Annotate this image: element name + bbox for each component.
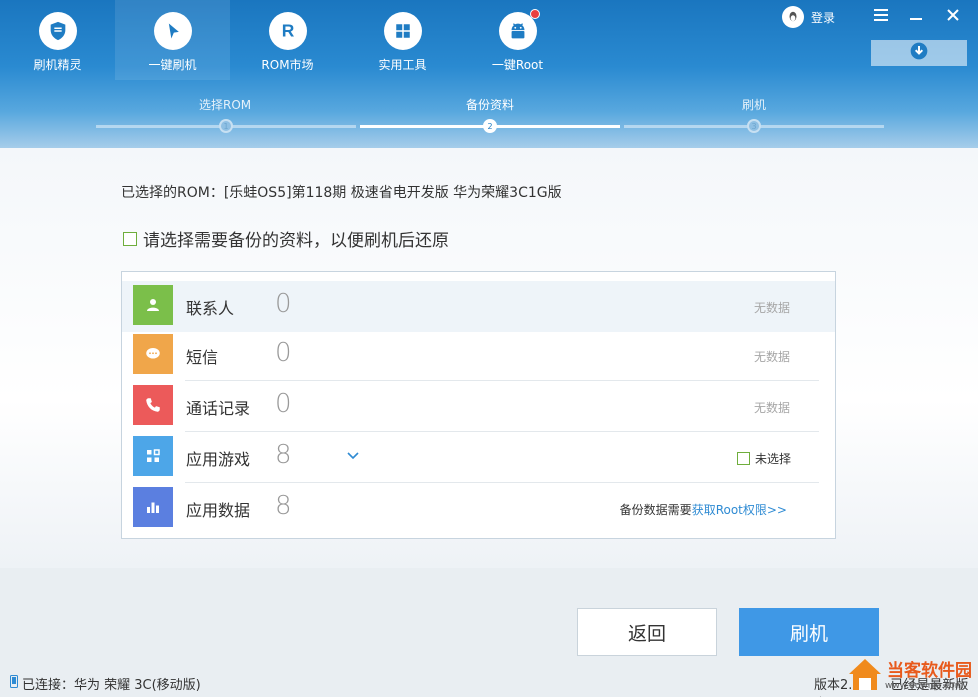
contact-icon bbox=[133, 285, 173, 325]
item-count: 8 bbox=[275, 491, 292, 521]
login-label: 登录 bbox=[811, 10, 836, 25]
download-button[interactable] bbox=[871, 40, 967, 66]
step-dot-3: 3 bbox=[747, 119, 761, 133]
item-count: 8 bbox=[275, 440, 292, 470]
step-dot-2: 2 bbox=[483, 119, 497, 133]
item-name: 通话记录 bbox=[186, 399, 251, 418]
item-count: 0 bbox=[275, 289, 292, 319]
get-root-link[interactable]: 获取Root权限>> bbox=[692, 503, 787, 517]
nav-label: ROM市场 bbox=[261, 58, 314, 72]
item-status: 无数据 bbox=[753, 301, 790, 315]
watermark-url: www.downkr.com bbox=[885, 681, 964, 691]
nav-label: 刷机精灵 bbox=[33, 58, 82, 72]
login-button[interactable]: 登录 bbox=[782, 6, 835, 28]
minimize-icon[interactable] bbox=[905, 4, 927, 26]
nav-label: 实用工具 bbox=[378, 58, 427, 72]
nav-item-tools[interactable]: 实用工具 bbox=[345, 0, 460, 80]
item-status: 无数据 bbox=[753, 350, 790, 364]
chart-icon bbox=[133, 487, 173, 527]
watermark-title: 当客软件园 bbox=[887, 661, 972, 681]
check-label: 未选择 bbox=[754, 452, 791, 466]
nav-item-rom-market[interactable]: R ROM市场 bbox=[230, 0, 345, 80]
item-name: 应用数据 bbox=[186, 501, 251, 520]
item-name: 联系人 bbox=[186, 299, 235, 318]
qq-penguin-icon bbox=[782, 6, 804, 28]
android-icon bbox=[498, 9, 540, 50]
nav-item-one-click-flash[interactable]: 一键刷机 bbox=[115, 0, 230, 80]
selected-rom-text: 已选择的ROM：[乐蛙OS5]第118期 极速省电开发版 华为荣耀3C1G版 bbox=[121, 185, 562, 201]
rom-r-icon: R bbox=[268, 12, 307, 50]
svg-text:R: R bbox=[281, 21, 294, 41]
chevron-down-icon[interactable] bbox=[346, 446, 360, 465]
close-icon[interactable] bbox=[942, 4, 964, 26]
nav-item-flash-wizard[interactable]: 刷机精灵 bbox=[0, 0, 115, 80]
connection-status: 已连接：华为 荣耀 3C(移动版) bbox=[10, 674, 201, 693]
notification-dot bbox=[529, 9, 540, 19]
item-name: 应用游戏 bbox=[186, 450, 251, 469]
nav-item-one-click-root[interactable]: 一键Root bbox=[460, 0, 575, 80]
prompt-text: 请选择需要备份的资料，以便刷机后还原 bbox=[143, 231, 449, 251]
item-count: 0 bbox=[275, 389, 292, 419]
list-item-sms[interactable]: 短信 0 无数据 bbox=[122, 330, 835, 381]
menu-icon[interactable] bbox=[870, 4, 892, 26]
step-dot-1: 1 bbox=[219, 119, 233, 133]
watermark-house-icon bbox=[849, 659, 881, 690]
item-name: 短信 bbox=[186, 348, 219, 367]
phone-device-icon bbox=[10, 675, 18, 692]
apps-icon bbox=[133, 436, 173, 476]
connection-text: 已连接：华为 荣耀 3C(移动版) bbox=[22, 678, 201, 693]
nav-label: 一键Root bbox=[491, 58, 544, 72]
grid-icon bbox=[383, 12, 422, 50]
watermark-logo: 当客软件园 www.downkr.com bbox=[845, 654, 978, 697]
message-icon bbox=[133, 334, 173, 374]
item-count: 0 bbox=[275, 338, 292, 368]
cursor-icon bbox=[153, 12, 192, 50]
phone-icon bbox=[133, 385, 173, 425]
footer-bar: 返回 刷机 已连接：华为 荣耀 3C(移动版) 版本2.已经是最新版本） 当客软… bbox=[0, 568, 978, 697]
back-button[interactable]: 返回 bbox=[577, 608, 717, 656]
download-icon bbox=[909, 41, 929, 65]
list-item-call-log[interactable]: 通话记录 0 无数据 bbox=[122, 381, 835, 432]
list-item-contacts[interactable]: 联系人 0 无数据 bbox=[122, 281, 835, 332]
item-status: 无数据 bbox=[753, 401, 790, 415]
apps-select-toggle[interactable]: 未选择 bbox=[736, 450, 791, 467]
backup-list: 联系人 0 无数据 短信 0 无数据 通话记录 0 无数据 应用游戏 8 未选择 bbox=[121, 271, 836, 539]
step-label-flash: 刷机 bbox=[742, 98, 767, 112]
list-item-apps[interactable]: 应用游戏 8 未选择 bbox=[122, 432, 835, 483]
shield-icon bbox=[38, 12, 77, 50]
select-all-checkbox[interactable] bbox=[123, 231, 137, 246]
nav-label: 一键刷机 bbox=[148, 58, 197, 72]
step-label-select-rom: 选择ROM bbox=[199, 98, 252, 112]
step-label-backup: 备份资料 bbox=[466, 98, 515, 112]
select-all-prompt[interactable]: 请选择需要备份的资料，以便刷机后还原 bbox=[123, 226, 449, 251]
apps-checkbox[interactable] bbox=[736, 452, 750, 465]
top-header: 刷机精灵 一键刷机 R ROM市场 实用工具 一键Root 登录 选择ROM 备… bbox=[0, 0, 978, 148]
flash-button[interactable]: 刷机 bbox=[739, 608, 879, 656]
root-note-text: 备份数据需要 bbox=[619, 503, 692, 517]
root-note: 备份数据需要获取Root权限>> bbox=[620, 501, 787, 518]
list-item-app-data[interactable]: 应用数据 8 备份数据需要获取Root权限>> bbox=[122, 483, 835, 534]
